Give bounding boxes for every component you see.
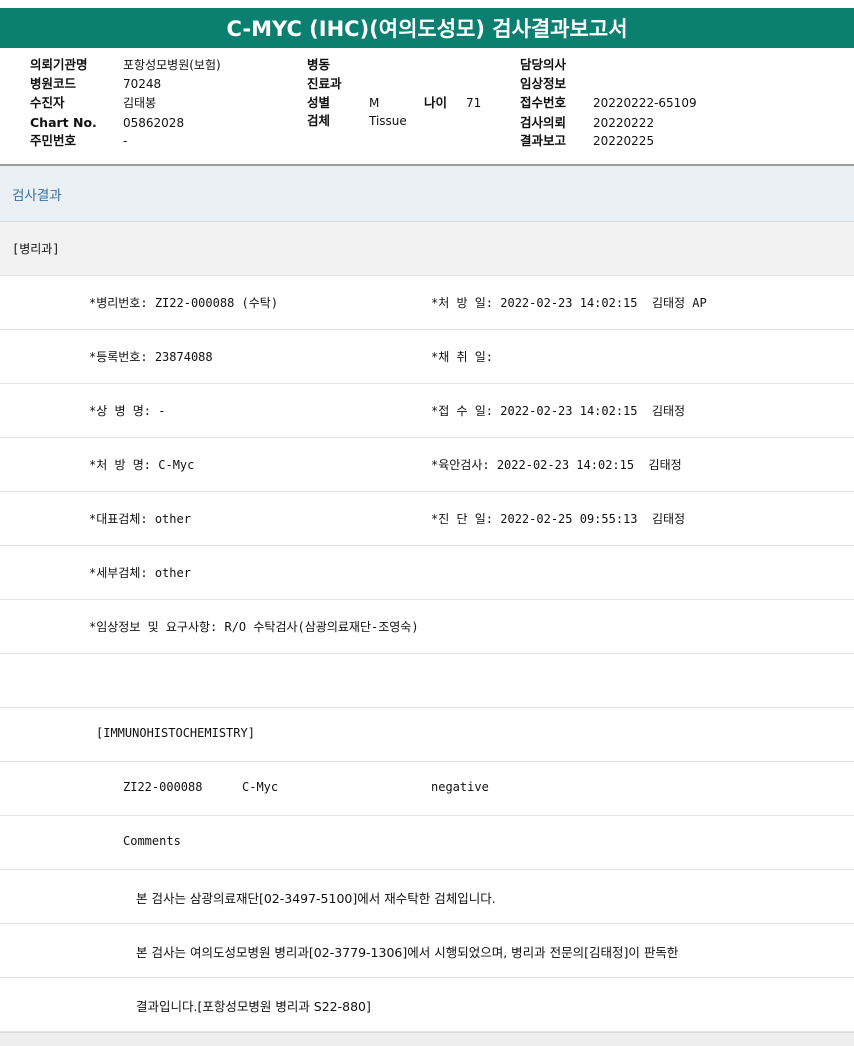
result-report-value: 20220225 bbox=[593, 134, 655, 148]
test-request-label: 검사의뢰 bbox=[520, 115, 567, 130]
main-specimen: *대표검체: other bbox=[89, 512, 191, 526]
chart-no-value: 05862028 bbox=[123, 116, 185, 130]
table-row: 본 검사는 삼광의료재단[02-3497-5100]에서 재수탁한 검체입니다. bbox=[0, 870, 854, 924]
resident-no-value: - bbox=[123, 134, 128, 148]
order-name: *처 방 명: C-Myc bbox=[89, 458, 195, 472]
table-row: 본 검사는 여의도성모병원 병리과[02-3779-1306]에서 시행되었으며… bbox=[0, 924, 854, 978]
pathology-no: *병리번호: ZI22-000088 (수탁) bbox=[89, 296, 279, 310]
report-title: C-MYC (IHC)(여의도성모) 검사결과보고서 bbox=[0, 8, 854, 48]
table-row: *처 방 명: C-Myc *육안검사: 2022-02-23 14:02:15… bbox=[0, 438, 854, 492]
table-row: ZI22-000088 C-Myc negative bbox=[0, 762, 854, 816]
specimen-value: Tissue bbox=[369, 114, 407, 128]
results-section-header: 검사결과 bbox=[0, 166, 854, 222]
table-row bbox=[0, 654, 854, 708]
hospital-code-value: 70248 bbox=[123, 77, 162, 91]
specimen-label: 검체 bbox=[307, 113, 331, 128]
table-row: *임상정보 및 요구사항: R/O 수탁검사(삼광의료재단-조영숙) bbox=[0, 600, 854, 654]
patient-info-panel: 의뢰기관명 포항성모병원(보험) 병원코드 70248 수진자 김태봉 Char… bbox=[0, 48, 854, 164]
ihc-case-no: ZI22-000088 bbox=[123, 780, 203, 794]
sex-label: 성별 bbox=[307, 95, 331, 110]
table-row: 결과입니다.[포항성모병원 병리과 S22-880] bbox=[0, 978, 854, 1032]
table-row: *등록번호: 23874088 *채 취 일: bbox=[0, 330, 854, 384]
sub-specimen: *세부검체: other bbox=[89, 566, 191, 580]
department-heading: [병리과] bbox=[12, 242, 60, 256]
chart-no-label: Chart No. bbox=[30, 115, 97, 130]
table-row: *병리번호: ZI22-000088 (수탁) *처 방 일: 2022-02-… bbox=[0, 276, 854, 330]
result-report-label: 결과보고 bbox=[520, 133, 567, 148]
order-date: *처 방 일: 2022-02-23 14:02:15 김태정 AP bbox=[431, 296, 707, 310]
hospital-code-label: 병원코드 bbox=[30, 76, 77, 91]
department-label: 진료과 bbox=[307, 76, 342, 91]
gross-exam: *육안검사: 2022-02-23 14:02:15 김태정 bbox=[431, 458, 682, 472]
comment-line-2: 본 검사는 여의도성모병원 병리과[02-3779-1306]에서 시행되었으며… bbox=[136, 945, 679, 960]
receipt-no-value: 20220222-65109 bbox=[593, 96, 697, 110]
table-row: *세부검체: other bbox=[0, 546, 854, 600]
comments-label: Comments bbox=[123, 834, 181, 848]
collection-date: *채 취 일: bbox=[431, 350, 494, 364]
table-row: [병리과] bbox=[0, 222, 854, 276]
table-row: [IMMUNOHISTOCHEMISTRY] bbox=[0, 708, 854, 762]
ihc-header: [IMMUNOHISTOCHEMISTRY] bbox=[96, 726, 255, 740]
recipient-value: 김태봉 bbox=[123, 96, 157, 110]
ward-label: 병동 bbox=[307, 57, 331, 72]
receipt-date: *접 수 일: 2022-02-23 14:02:15 김태정 bbox=[431, 404, 686, 418]
resident-no-label: 주민번호 bbox=[30, 133, 77, 148]
table-row: *상 병 명: - *접 수 일: 2022-02-23 14:02:15 김태… bbox=[0, 384, 854, 438]
table-row: Comments bbox=[0, 816, 854, 870]
test-request-value: 20220222 bbox=[593, 116, 655, 130]
diagnosis-date: *진 단 일: 2022-02-25 09:55:13 김태정 bbox=[431, 512, 686, 526]
ihc-result: negative bbox=[431, 780, 489, 794]
recipient-label: 수진자 bbox=[30, 95, 65, 110]
comment-line-3: 결과입니다.[포항성모병원 병리과 S22-880] bbox=[136, 999, 371, 1014]
disease-name: *상 병 명: - bbox=[89, 404, 166, 418]
ihc-marker: C-Myc bbox=[242, 780, 279, 794]
age-label: 나이 bbox=[424, 95, 448, 110]
table-row: *대표검체: other *진 단 일: 2022-02-25 09:55:13… bbox=[0, 492, 854, 546]
registration-no: *등록번호: 23874088 bbox=[89, 350, 213, 364]
doctor-label: 담당의사 bbox=[520, 57, 567, 72]
institution-value: 포항성모병원(보험) bbox=[123, 58, 221, 72]
results-section-title: 검사결과 bbox=[12, 188, 62, 204]
age-value: 71 bbox=[466, 96, 482, 110]
clinical-request: *임상정보 및 요구사항: R/O 수탁검사(삼광의료재단-조영숙) bbox=[89, 620, 419, 634]
footer-bar bbox=[0, 1032, 854, 1046]
comment-line-1: 본 검사는 삼광의료재단[02-3497-5100]에서 재수탁한 검체입니다. bbox=[136, 891, 496, 906]
clinical-info-label: 임상정보 bbox=[520, 76, 567, 91]
institution-label: 의뢰기관명 bbox=[30, 57, 88, 72]
sex-value: M bbox=[369, 96, 380, 110]
receipt-no-label: 접수번호 bbox=[520, 95, 567, 110]
